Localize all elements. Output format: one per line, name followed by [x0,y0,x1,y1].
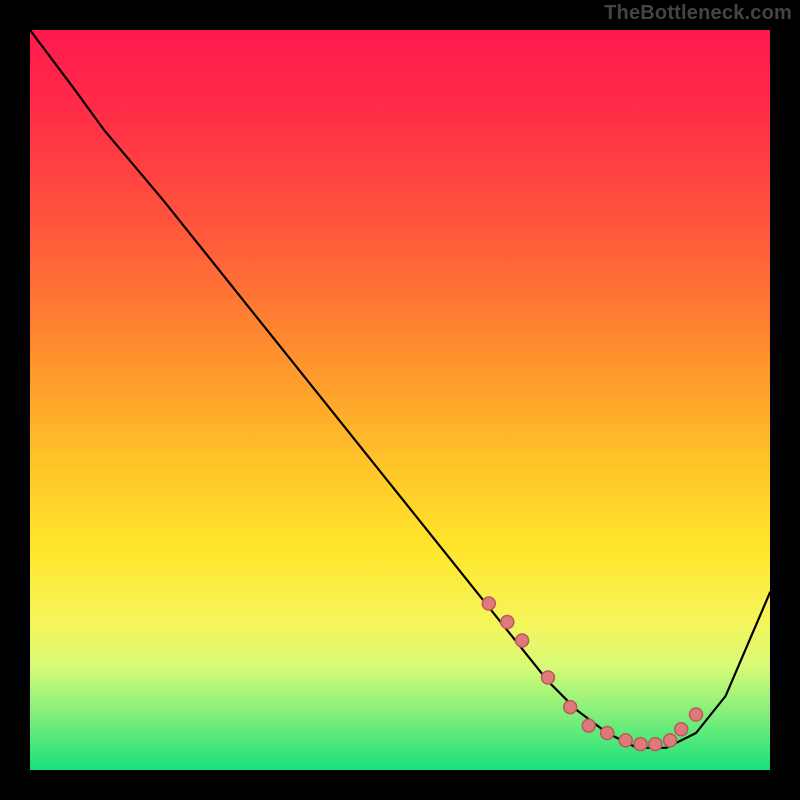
marker-dot [482,597,495,610]
marker-dot [675,723,688,736]
chart-svg [30,30,770,770]
marker-dot [690,708,703,721]
marker-dot [634,738,647,751]
marker-dot [542,671,555,684]
plot-area [30,30,770,770]
bottleneck-curve [30,30,770,748]
chart-frame: TheBottleneck.com [0,0,800,800]
marker-dot [582,719,595,732]
watermark-text: TheBottleneck.com [604,2,792,25]
marker-group [482,597,702,751]
marker-dot [564,701,577,714]
marker-dot [619,734,632,747]
marker-dot [664,734,677,747]
marker-dot [601,727,614,740]
marker-dot [501,616,514,629]
marker-dot [516,634,529,647]
marker-dot [649,738,662,751]
